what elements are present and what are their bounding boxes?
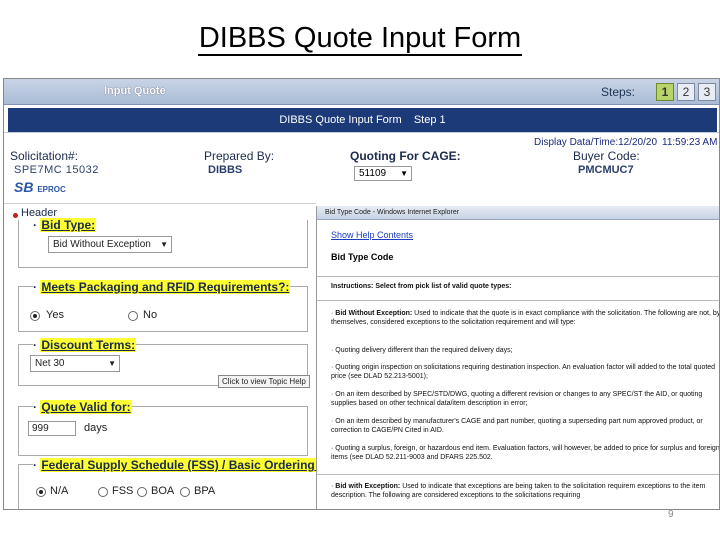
fss-bpa-radio[interactable] xyxy=(180,487,190,497)
fss-fss-radio[interactable] xyxy=(98,487,108,497)
help-bullet: · Quoting origin inspection on solicitat… xyxy=(331,364,716,380)
step-3-button[interactable]: 3 xyxy=(698,83,716,101)
cage-select[interactable]: 51109 ▼ xyxy=(354,166,412,181)
fss-label: · Federal Supply Schedule (FSS) / Basic … xyxy=(33,458,316,472)
discount-terms-select[interactable]: Net 30 ▼ xyxy=(30,355,120,372)
solicitation-label: Solicitation#: xyxy=(10,149,79,163)
buyer-code-label: Buyer Code: xyxy=(573,149,640,163)
help-topic-title: Bid Type Code xyxy=(331,252,394,262)
fss-na-radio[interactable] xyxy=(36,487,46,497)
display-datetime: Display Data/Time:12/20/20 xyxy=(534,137,658,148)
help-divider xyxy=(317,474,719,475)
steps-label: Steps: xyxy=(601,85,636,99)
chevron-down-icon: ▼ xyxy=(108,359,116,368)
slide-title: DIBBS Quote Input Form xyxy=(197,22,523,56)
help-window-titlebar: Bid Type Code - Windows Internet Explore… xyxy=(317,206,719,220)
packaging-label: · Meets Packaging and RFID Requirements?… xyxy=(33,280,291,294)
chevron-down-icon: ▼ xyxy=(400,169,408,178)
help-bullet: · On an item described by SPEC/STD/DWG, … xyxy=(331,391,703,407)
quote-valid-input[interactable]: 999 xyxy=(28,421,76,436)
packaging-no-label: No xyxy=(143,309,158,321)
fss-fss-label: FSS xyxy=(112,485,134,497)
packaging-no-radio[interactable] xyxy=(128,311,138,321)
fss-bpa-label: BPA xyxy=(194,485,216,497)
display-time: 11:59:23 AM xyxy=(662,137,718,148)
help-bullet: · Quoting a surplus, foreign, or hazardo… xyxy=(331,445,720,461)
screenshot-frame: Input Quote Steps: 1 2 3 DIBBS Quote Inp… xyxy=(3,78,720,510)
help-instructions: Instructions: Select from pick list of v… xyxy=(331,283,512,290)
fss-boa-label: BOA xyxy=(151,485,175,497)
solicitation-info: Display Data/Time:12/20/20 11:59:23 AM S… xyxy=(4,134,719,204)
bid-type-select[interactable]: Bid Without Exception ▼ xyxy=(48,236,172,253)
step-1-button[interactable]: 1 xyxy=(656,83,674,101)
quote-form-panel: Header · Bid Type: Bid Without Exception… xyxy=(4,203,316,509)
help-bwex-paragraph: · Bid with Exception: Used to indicate t… xyxy=(331,483,706,499)
header-bullet-icon xyxy=(13,213,18,218)
page-number: 9 xyxy=(668,509,674,520)
quoting-cage-label: Quoting For CAGE: xyxy=(350,149,461,163)
quote-valid-unit: days xyxy=(84,422,108,434)
help-popup-window: Bid Type Code - Windows Internet Explore… xyxy=(316,206,720,509)
discount-terms-label: · Discount Terms: xyxy=(33,338,137,352)
fss-na-label: N/A xyxy=(50,485,69,497)
packaging-yes-radio[interactable] xyxy=(30,311,40,321)
window-title: Input Quote xyxy=(104,85,166,97)
prepared-by-value: DIBBS xyxy=(208,164,243,176)
help-divider xyxy=(317,300,719,301)
top-bar: Input Quote Steps: 1 2 3 xyxy=(4,79,719,105)
form-header: DIBBS Quote Input Form Step 1 xyxy=(4,106,719,133)
solicitation-number: SPE7MC 15032 xyxy=(14,164,99,176)
show-help-contents-link[interactable]: Show Help Contents xyxy=(331,230,413,240)
sb-eproc-logo: SB EPROC xyxy=(14,179,66,195)
bid-type-label: · Bid Type: xyxy=(33,218,97,232)
topic-help-tooltip[interactable]: Click to view Topic Help xyxy=(218,375,310,388)
chevron-down-icon: ▼ xyxy=(160,240,168,249)
help-bullet: · Quoting delivery different than the re… xyxy=(331,347,513,354)
help-bwe-paragraph: · Bid Without Exception: Used to indicat… xyxy=(331,310,720,326)
help-bullet: · On an item described by manufacturer's… xyxy=(331,418,703,434)
step-2-button[interactable]: 2 xyxy=(677,83,695,101)
help-divider xyxy=(317,276,719,277)
form-header-title: DIBBS Quote Input Form Step 1 xyxy=(8,108,717,132)
quote-valid-label: · Quote Valid for: xyxy=(33,400,132,414)
packaging-yes-label: Yes xyxy=(46,309,64,321)
fss-boa-radio[interactable] xyxy=(137,487,147,497)
prepared-by-label: Prepared By: xyxy=(204,149,275,163)
buyer-code-value: PMCMUC7 xyxy=(578,164,634,176)
